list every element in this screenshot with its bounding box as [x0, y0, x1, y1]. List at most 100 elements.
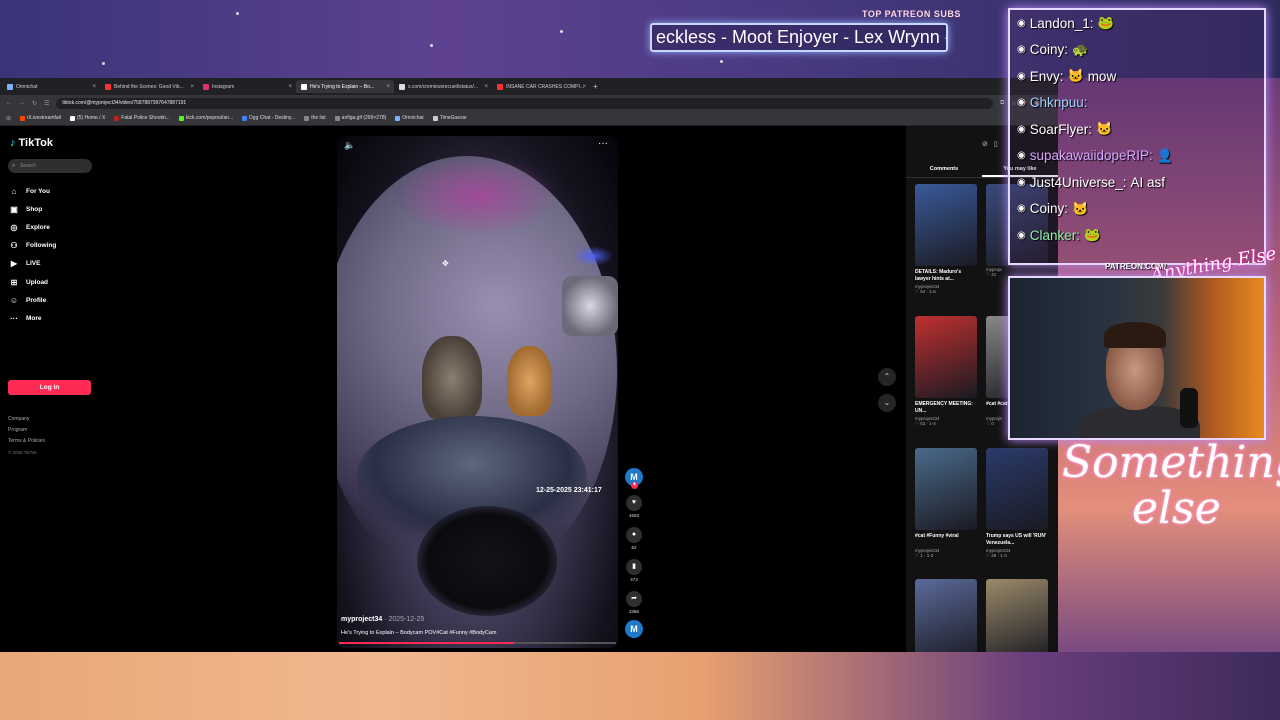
recommended-video[interactable]: Trump says US will 'RUN' Venezuela... myp… — [986, 448, 1048, 559]
action-rail: M + ♥ 4693 ● 62 ▮ 473 ➦ 3386 M — [623, 468, 645, 638]
bookmark-item[interactable]: Dgg Chat - Destiny... — [242, 115, 295, 121]
video-author[interactable]: myproject34 · 2025-12-25 — [341, 616, 424, 623]
microphone — [1180, 388, 1198, 428]
heart-icon[interactable]: ♥ — [626, 495, 642, 511]
next-video-button[interactable]: ⌄ — [878, 394, 896, 412]
volume-icon[interactable]: 🔈 — [344, 140, 355, 151]
sidebar-nav: ⌂ For You ▣ Shop ◎ Explore ⚇ Following ▶ LIVE ⊞ Upl… — [9, 182, 56, 328]
bookmark-item[interactable]: r/Livestreamfail — [20, 115, 61, 121]
browser-tab[interactable]: Omnichat × — [2, 80, 100, 93]
search-icon[interactable]: ⊘ — [982, 140, 988, 148]
browser-tab[interactable]: He's Trying to Explain – Bo... × — [296, 80, 394, 93]
url-field[interactable]: tiktok.com/@myproject34/video/7587887997… — [56, 97, 993, 109]
sidebar-item-shop[interactable]: ▣ Shop — [9, 200, 56, 218]
sidebar-item-upload[interactable]: ⊞ Upload — [9, 273, 56, 291]
bookmark-item[interactable]: anfiga.gif (299×278) — [334, 115, 386, 121]
bookmark-item[interactable]: the list — [304, 115, 326, 121]
tab-close-icon[interactable]: × — [386, 84, 390, 90]
sidebar-item-label: Shop — [26, 205, 43, 213]
bookmark-icon[interactable]: ▮ — [626, 559, 642, 575]
chat-username: Just4Universe_: — [1029, 174, 1127, 190]
chat-message: ◉ Landon_1: 🐸 — [1010, 10, 1264, 37]
reload-icon[interactable]: ↻ — [32, 100, 37, 107]
tab-close-icon[interactable]: × — [582, 84, 586, 90]
video-progress-bar[interactable] — [339, 642, 616, 644]
bookmark-item[interactable]: (5) Home / X — [69, 115, 105, 121]
browser-tab[interactable]: Behind the Scenes: Good Vib... × — [100, 80, 198, 93]
video-stats: ♡ 54 · 1-6 — [915, 289, 936, 294]
bookmark-favicon-icon — [69, 115, 75, 121]
video-player[interactable]: 12-25-2025 23:41:17 — [337, 136, 618, 648]
sidebar-item-for-you[interactable]: ⌂ For You — [9, 182, 56, 200]
video-thumbnail[interactable] — [915, 579, 977, 652]
tiktok-logo[interactable]: ♪ TikTok — [10, 137, 53, 149]
comment-icon[interactable]: ● — [626, 527, 642, 543]
plus-square-icon: ⊞ — [10, 277, 18, 287]
recommended-video[interactable] — [915, 579, 977, 652]
sidebar-item-following[interactable]: ⚇ Following — [9, 237, 56, 255]
like-action[interactable]: ♥ 4693 — [623, 495, 645, 518]
bookmark-item[interactable]: Fatal Police Shootin... — [114, 115, 170, 121]
creator-avatar[interactable]: M + — [625, 468, 643, 489]
new-tab-icon[interactable]: + — [593, 82, 598, 91]
author-name[interactable]: myproject34 — [341, 616, 382, 623]
follow-plus-icon[interactable]: + — [631, 482, 638, 489]
bookmark-item[interactable]: kick.com/popout/an... — [178, 115, 234, 121]
post-date: · 2025-12-25 — [384, 616, 425, 623]
site-info-icon[interactable]: ☰ — [44, 100, 49, 107]
chat-emote-icon: 🐸 — [1084, 227, 1101, 243]
sidebar-item-more[interactable]: ··· More — [9, 309, 56, 327]
recommended-video[interactable]: EMERGENCY MEETING: UN... myproject34 ♡ 53 … — [915, 316, 977, 427]
more-options-icon[interactable]: ··· — [598, 138, 608, 149]
footer-link-terms[interactable]: Terms & Policies — [8, 436, 45, 447]
video-thumbnail[interactable] — [915, 448, 977, 530]
chat-username: Landon_1: — [1029, 15, 1094, 31]
previous-video-button[interactable]: ⌃ — [878, 368, 896, 386]
save-action[interactable]: ▮ 473 — [623, 559, 645, 582]
tab-close-icon[interactable]: × — [190, 84, 194, 90]
footer-link-company[interactable]: Company — [8, 414, 45, 425]
back-icon[interactable]: ← — [6, 100, 12, 106]
tablet-icon[interactable]: ▯ — [994, 140, 998, 148]
bookmark-label: kick.com/popout/an... — [185, 115, 234, 121]
save-count: 473 — [630, 577, 638, 582]
video-thumbnail[interactable] — [986, 579, 1048, 652]
video-thumbnail[interactable] — [915, 316, 977, 398]
bookmark-item[interactable]: TimeGuessr — [432, 115, 467, 121]
recommended-video[interactable]: #cat #Funny #viral myproject34 ♡ 1 · 1-3 — [915, 448, 977, 559]
share-action[interactable]: ➦ 3386 — [623, 591, 645, 614]
chat-text: mow — [1087, 68, 1117, 84]
chat-username: Clanker: — [1029, 227, 1081, 243]
tab-close-icon[interactable]: × — [484, 84, 488, 90]
webcam-feed — [1008, 276, 1266, 440]
browser-tab[interactable]: Instagram × — [198, 80, 296, 93]
sidebar-item-profile[interactable]: ☺ Profile — [9, 291, 56, 309]
tab-label: He's Trying to Explain – Bo... — [310, 83, 375, 90]
music-disc-avatar[interactable]: M — [625, 620, 643, 638]
login-button[interactable]: Log in — [8, 380, 91, 395]
browser-window: Omnichat × Behind the Scenes: Good Vib... ×… — [0, 78, 1058, 652]
right-panel-top-icons: ⊘ ▯ — [982, 140, 998, 148]
tab-comments[interactable]: Comments — [906, 162, 982, 177]
tab-label: x.com/cremieuxrecueil/status/... — [408, 83, 479, 90]
bookmark-item[interactable]: Omnichat — [395, 115, 424, 121]
video-title: Trump says US will 'RUN' Venezuela... — [986, 533, 1047, 546]
video-thumbnail[interactable] — [915, 184, 977, 266]
video-thumbnail[interactable] — [986, 448, 1048, 530]
install-icon[interactable]: ⧉ — [1000, 100, 1004, 107]
chat-message: ◉ Chknpuu: — [1010, 90, 1264, 117]
sidebar-item-live[interactable]: ▶ LIVE — [9, 255, 56, 273]
share-icon[interactable]: ➦ — [626, 591, 642, 607]
comment-action[interactable]: ● 62 — [623, 527, 645, 550]
search-input[interactable]: ⌕ Search — [8, 159, 92, 173]
recommended-video[interactable] — [986, 579, 1048, 652]
browser-tab[interactable]: x.com/cremieuxrecueil/status/... × — [394, 80, 492, 93]
footer-link-program[interactable]: Program — [8, 425, 45, 436]
recommended-video[interactable]: DETAILS: Maduro's lawyer hints at... mypr… — [915, 184, 977, 295]
sidebar-item-explore[interactable]: ◎ Explore — [9, 218, 56, 236]
browser-tab[interactable]: INSANE CAR CRASHES COMPI... × — [492, 80, 590, 93]
tab-close-icon[interactable]: × — [92, 84, 96, 90]
forward-icon[interactable]: → — [19, 100, 25, 106]
apps-grid-icon[interactable]: ⊞ — [6, 115, 11, 122]
tab-close-icon[interactable]: × — [288, 84, 292, 90]
